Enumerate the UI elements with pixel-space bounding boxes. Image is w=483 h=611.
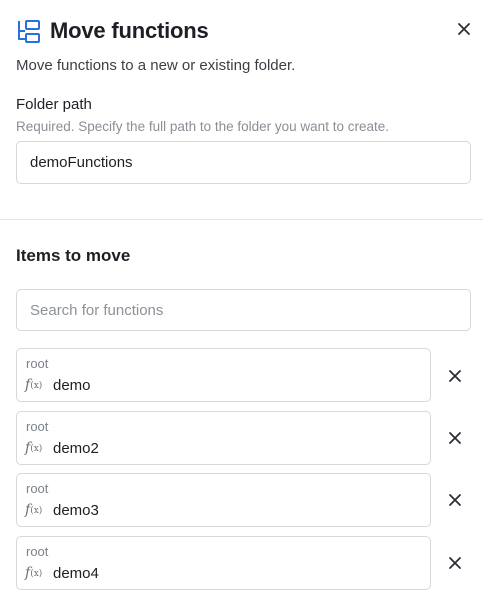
remove-item-icon[interactable] (447, 368, 463, 384)
function-icon: f(x) (25, 502, 43, 518)
function-search-input[interactable] (16, 289, 471, 331)
item-parent-folder: root (26, 356, 49, 371)
remove-item-icon[interactable] (447, 555, 463, 571)
remove-item-icon[interactable] (447, 492, 463, 508)
remove-item-icon[interactable] (447, 430, 463, 446)
function-icon: f(x) (25, 377, 43, 393)
move-item: root f(x) demo2 (16, 411, 431, 465)
move-item: root f(x) demo4 (16, 536, 431, 590)
folder-path-hint: Required. Specify the full path to the f… (16, 119, 389, 134)
items-section-title: Items to move (16, 246, 131, 265)
panel-subtitle: Move functions to a new or existing fold… (16, 57, 296, 74)
item-function-name: demo4 (53, 565, 99, 582)
section-divider (0, 219, 483, 220)
panel-header: Move functions (16, 16, 471, 46)
move-item: root f(x) demo3 (16, 473, 431, 527)
folder-tree-icon (18, 20, 40, 43)
close-icon[interactable] (455, 20, 473, 38)
function-icon: f(x) (25, 565, 43, 581)
folder-path-input[interactable] (16, 141, 471, 184)
folder-path-label: Folder path (16, 96, 92, 113)
item-function-name: demo2 (53, 440, 99, 457)
item-parent-folder: root (26, 544, 49, 559)
item-function-name: demo (53, 377, 91, 394)
function-icon: f(x) (25, 440, 43, 456)
item-function-name: demo3 (53, 502, 99, 519)
move-item: root f(x) demo (16, 348, 431, 402)
panel-title: Move functions (50, 18, 209, 43)
item-parent-folder: root (26, 419, 49, 434)
item-parent-folder: root (26, 481, 49, 496)
